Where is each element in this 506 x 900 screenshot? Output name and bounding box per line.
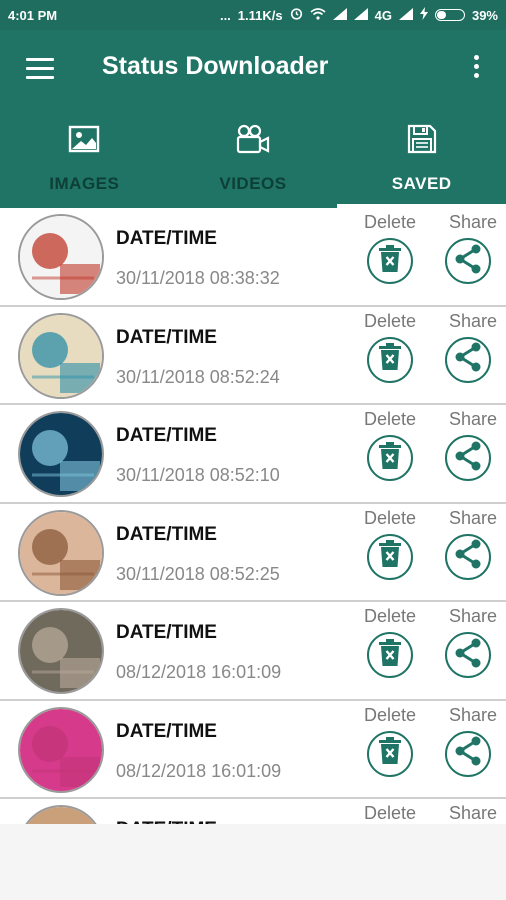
thumbnail-image[interactable] xyxy=(18,805,104,824)
status-dots: ... xyxy=(219,7,231,23)
item-title: DATE/TIME xyxy=(116,523,217,545)
share-icon xyxy=(454,441,482,476)
delete-label: Delete xyxy=(364,409,417,429)
more-options-icon[interactable] xyxy=(468,55,484,83)
tab-images-label: IMAGES xyxy=(49,174,120,193)
share-button[interactable] xyxy=(445,730,491,777)
menu-icon[interactable] xyxy=(26,58,54,80)
delete-label: Delete xyxy=(364,606,417,626)
image-icon xyxy=(68,124,100,158)
delete-label: Delete xyxy=(364,310,417,331)
network-speed: 1.11K/s xyxy=(237,7,283,23)
list-item[interactable]: DATE/TIME 08/12/2018 16:01:09 Delete Sha… xyxy=(0,602,506,701)
item-title: DATE/TIME xyxy=(116,720,217,742)
signal-icon xyxy=(332,7,347,23)
thumbnail-image[interactable] xyxy=(18,608,104,694)
charging-icon xyxy=(419,7,428,23)
tab-bar: IMAGES VIDEOS SAVED xyxy=(0,120,506,208)
trash-icon xyxy=(378,244,402,278)
thumbnail-image[interactable] xyxy=(18,411,104,497)
item-title: DATE/TIME xyxy=(116,326,217,348)
wifi-icon xyxy=(310,7,326,23)
share-button[interactable] xyxy=(445,632,491,678)
share-label: Share xyxy=(449,409,498,429)
signal-icon xyxy=(398,7,413,23)
delete-label: Delete xyxy=(364,212,417,232)
share-button[interactable] xyxy=(445,336,491,383)
item-datetime: 30/11/2018 08:52:24 xyxy=(116,366,280,387)
thumbnail-image[interactable] xyxy=(18,706,104,793)
signal-icon xyxy=(353,7,368,23)
share-label: Share xyxy=(449,212,498,232)
bottom-blank-area xyxy=(0,824,506,900)
app-bar: Status Downloader IMAGES VIDEOS SAVED xyxy=(0,30,506,208)
item-datetime: 30/11/2018 08:52:25 xyxy=(116,563,280,584)
item-title: DATE/TIME xyxy=(116,425,217,446)
save-icon xyxy=(407,124,437,158)
delete-label: Delete xyxy=(364,704,417,725)
alarm-icon xyxy=(290,7,303,23)
share-icon xyxy=(454,244,482,279)
share-label: Share xyxy=(449,803,498,823)
share-label: Share xyxy=(449,606,498,626)
delete-label: Delete xyxy=(364,507,417,528)
list-item[interactable]: DATE/TIME 08/12/2018 16:01:09 Delete Sha… xyxy=(0,700,506,799)
status-time: 4:01 PM xyxy=(8,7,58,23)
delete-button[interactable] xyxy=(367,533,413,580)
delete-button[interactable] xyxy=(367,336,413,383)
list-item[interactable]: DATE/TIME 30/11/2018 08:52:25 Delete Sha… xyxy=(0,503,506,602)
share-label: Share xyxy=(449,704,498,725)
thumbnail-image[interactable] xyxy=(18,214,104,300)
item-datetime: 30/11/2018 08:38:32 xyxy=(116,268,280,288)
tab-images[interactable]: IMAGES xyxy=(0,120,169,208)
item-title: DATE/TIME xyxy=(116,622,217,643)
trash-icon xyxy=(378,638,402,672)
share-button[interactable] xyxy=(445,238,491,284)
app-title: Status Downloader xyxy=(102,52,329,80)
share-icon xyxy=(454,736,482,771)
list-item[interactable]: DATE/TIME 30/11/2018 08:38:32 Delete Sha… xyxy=(0,208,506,307)
share-button[interactable] xyxy=(445,533,491,580)
delete-button[interactable] xyxy=(367,435,413,481)
trash-icon xyxy=(378,737,402,770)
item-datetime: 08/12/2018 16:01:09 xyxy=(116,760,282,781)
delete-button[interactable] xyxy=(367,730,413,777)
thumbnail-image[interactable] xyxy=(18,509,104,596)
battery-icon xyxy=(434,9,465,21)
thumbnail-image[interactable] xyxy=(18,312,104,399)
share-icon xyxy=(454,638,482,673)
tab-saved[interactable]: SAVED xyxy=(337,120,506,208)
share-label: Share xyxy=(449,310,498,331)
item-title: DATE/TIME xyxy=(116,228,217,249)
share-icon xyxy=(454,342,482,377)
delete-label: Delete xyxy=(364,803,417,823)
status-bar: 4:01 PM ... 1.11K/s 4G 39% xyxy=(0,0,506,30)
delete-button[interactable] xyxy=(367,632,413,678)
list-item[interactable]: DATE/TIME 30/11/2018 08:52:10 Delete Sha… xyxy=(0,405,506,504)
tab-videos[interactable]: VIDEOS xyxy=(169,120,338,208)
trash-icon xyxy=(378,343,402,376)
tab-videos-label: VIDEOS xyxy=(219,174,287,193)
battery-percent: 39% xyxy=(471,7,498,23)
trash-icon xyxy=(378,540,402,573)
phone-screen: 4:01 PM ... 1.11K/s 4G 39% Status Downlo… xyxy=(0,0,506,900)
video-camera-icon xyxy=(235,124,271,158)
share-icon xyxy=(454,539,482,574)
status-icons: ... 1.11K/s 4G 39% xyxy=(220,7,498,23)
trash-icon xyxy=(378,441,402,475)
delete-button[interactable] xyxy=(367,238,413,284)
item-datetime: 30/11/2018 08:52:10 xyxy=(116,465,280,485)
tab-saved-label: SAVED xyxy=(391,174,452,193)
network-type: 4G xyxy=(374,7,392,23)
share-label: Share xyxy=(449,507,498,528)
item-datetime: 08/12/2018 16:01:09 xyxy=(116,662,282,682)
saved-list: DATE/TIME 30/11/2018 08:38:32 Delete Sha… xyxy=(0,208,506,824)
share-button[interactable] xyxy=(445,435,491,481)
list-item[interactable]: DATE/TIME 30/11/2018 08:52:24 Delete Sha… xyxy=(0,306,506,405)
list-item[interactable]: DATE/TIME Delete Share xyxy=(0,799,506,824)
